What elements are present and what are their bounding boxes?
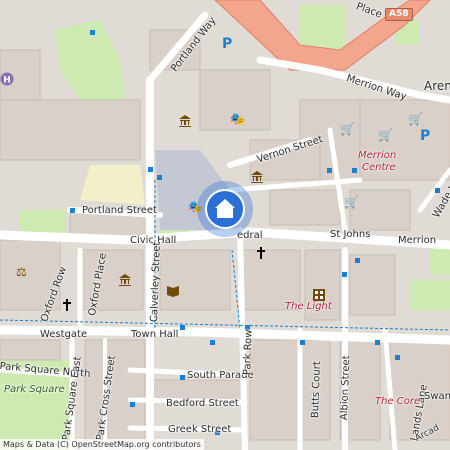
location-pin[interactable] (197, 181, 253, 237)
shopping-cart-icon[interactable]: 🛒 (344, 195, 359, 209)
park-label-park-square: Park Square (4, 384, 65, 395)
home-icon (215, 199, 235, 218)
library-icon[interactable] (166, 283, 180, 297)
place-label-arena: Aren (424, 79, 450, 93)
poi-label-merrion-centre-2[interactable]: Centre (362, 163, 396, 173)
museum-icon[interactable] (250, 170, 264, 184)
street-label-greek-street: Greek Street (168, 424, 232, 435)
pin-circle[interactable] (205, 189, 245, 229)
street-label-merrion: Merrion (398, 235, 437, 246)
street-label-st-johns: St Johns (330, 229, 371, 240)
shopping-cart-icon[interactable]: 🛒 (408, 112, 423, 126)
street-label-portland-street: Portland Street (82, 205, 157, 216)
parking-icon[interactable]: P (222, 36, 236, 52)
shopping-cart-icon[interactable]: 🛒 (378, 128, 393, 142)
hospital-icon[interactable]: H (0, 72, 14, 86)
church-icon[interactable] (254, 246, 268, 260)
map-canvas[interactable]: A58 Portland Way Merrion Way Vernon Stre… (0, 0, 450, 450)
poi-label-the-light[interactable]: The Light (285, 302, 332, 312)
map-attribution: Maps & Data (C) OpenStreetMap.org contri… (0, 439, 204, 450)
poi-label-merrion-centre-1[interactable]: Merrion (358, 151, 396, 161)
svg-text:H: H (3, 76, 11, 86)
street-label-butts-court: Butts Court (310, 361, 323, 419)
cinema-icon[interactable] (312, 288, 326, 302)
street-label-cathedral: edral (237, 230, 263, 241)
street-label-bedford-street: Bedford Street (166, 398, 239, 409)
street-label-town-hall: Town Hall (131, 329, 179, 340)
courthouse-icon[interactable]: ⚖ (16, 265, 30, 279)
shopping-cart-icon[interactable]: 🛒 (340, 122, 355, 136)
parking-icon[interactable]: P (420, 128, 434, 144)
street-label-westgate: Westgate (40, 329, 88, 340)
street-label-park-row: Park Row (242, 329, 255, 376)
road-shield-a58: A58 (385, 8, 413, 21)
poi-label-the-core[interactable]: The Core (375, 397, 420, 407)
street-label-swan: Swan (424, 391, 450, 402)
museum-icon[interactable] (178, 114, 192, 128)
theatre-icon[interactable]: 🎭 (230, 112, 245, 126)
museum-icon[interactable] (118, 273, 132, 287)
church-icon[interactable] (60, 298, 74, 312)
